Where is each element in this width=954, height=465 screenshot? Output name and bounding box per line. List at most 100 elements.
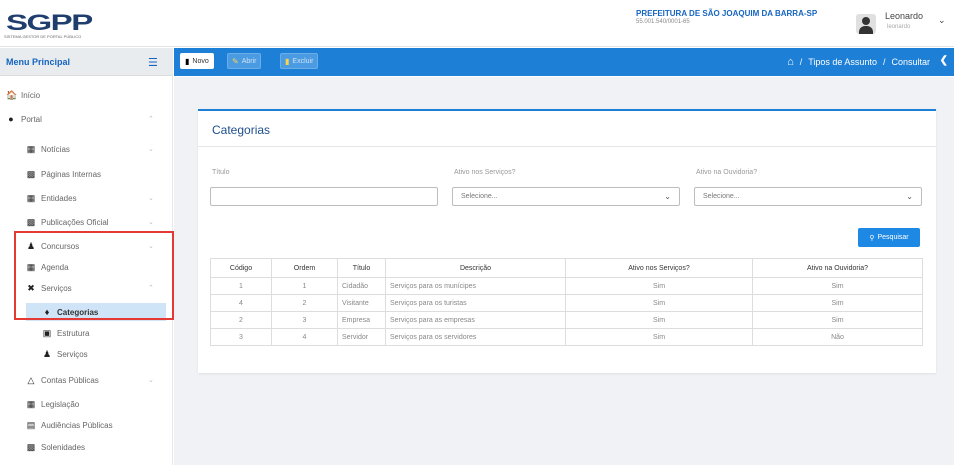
building-icon: ▦ — [26, 192, 36, 203]
sidebar-item-label: Solenidades — [41, 442, 86, 452]
chevron-down-icon: ⌄ — [148, 146, 154, 153]
sidebar-item-estrutura[interactable]: ▣ Estrutura — [42, 324, 166, 342]
sidebar-item-contas-publicas[interactable]: △ Contas Públicas ⌄ — [26, 371, 166, 389]
logo-subtitle: SISTEMA GESTOR DE PORTAL PÚBLICO — [4, 34, 82, 39]
sidebar-item-label: Páginas Internas — [41, 169, 102, 179]
sidebar-item-solenidades[interactable]: ▩ Solenidades — [26, 438, 166, 456]
col-header-titulo[interactable]: Título — [337, 258, 386, 278]
ativo-servicos-select[interactable]: Selecione... ⌄ — [452, 187, 680, 206]
sidebar-item-label: Entidades — [41, 193, 77, 203]
select-value: Selecione... — [461, 193, 498, 200]
cell-ativo-servicos: Sim — [565, 328, 753, 346]
file-icon: ▩ — [26, 441, 36, 452]
cell-ordem: 3 — [271, 311, 338, 329]
chevron-down-icon: ⌄ — [148, 377, 154, 384]
table-row[interactable]: 2 3 Empresa Serviços para as empresas Si… — [210, 311, 923, 329]
sidebar-item-servicos-sub[interactable]: ♟ Serviços — [42, 345, 166, 363]
cell-titulo: Visitante — [337, 294, 386, 312]
user-login: leonardo — [887, 24, 911, 30]
organization-cnpj: 55.001.540/0001-65 — [636, 19, 690, 25]
breadcrumb-separator: / — [882, 57, 886, 67]
novo-label: Novo — [192, 57, 209, 65]
trash-icon: ▮ — [285, 56, 290, 66]
book-icon: ▦ — [26, 398, 36, 409]
breadcrumb-separator: / — [799, 57, 803, 67]
chevron-left-icon[interactable]: ❮ — [940, 55, 948, 66]
titulo-input[interactable] — [210, 187, 438, 206]
hamburger-menu-icon[interactable]: ☰ — [148, 56, 158, 69]
sidebar-item-inicio[interactable]: 🏠 Início — [6, 86, 166, 104]
search-icon: ⚲ — [869, 234, 875, 242]
col-header-descricao[interactable]: Descrição — [385, 258, 566, 278]
abrir-button[interactable]: ✎ Abrir — [227, 53, 262, 69]
table-row[interactable]: 3 4 Servidor Serviços para os servidores… — [210, 328, 923, 346]
sgpp-logo[interactable]: SGPP SISTEMA GESTOR DE PORTAL PÚBLICO — [4, 10, 94, 40]
main-content: Categorias Título Ativo nos Serviços? Se… — [174, 77, 954, 465]
cell-descricao: Serviços para as empresas — [385, 311, 566, 329]
cell-descricao: Serviços para os servidores — [385, 328, 566, 346]
sidebar-item-noticias[interactable]: ▦ Notícias ⌄ — [26, 140, 166, 158]
excluir-label: Excluir — [292, 57, 314, 65]
sidebar-header: Menu Principal ☰ — [0, 48, 173, 76]
col-header-ativo-ouvidoria[interactable]: Ativo na Ouvidoria? — [752, 258, 923, 278]
cell-ativo-ouvidoria: Não — [752, 328, 923, 346]
home-icon[interactable]: ⌂ — [787, 56, 794, 68]
people-icon: ♟ — [42, 348, 52, 359]
chevron-down-icon: ⌄ — [906, 192, 913, 201]
action-toolbar: ▮ Novo ✎ Abrir ▮ Excluir ⌂ / Tipos de As… — [174, 48, 954, 76]
sidebar-title: Menu Principal — [6, 57, 71, 67]
sidebar-item-paginas-internas[interactable]: ▩ Páginas Internas — [26, 165, 166, 183]
cell-codigo: 4 — [210, 294, 272, 312]
chevron-down-icon: ⌄ — [664, 192, 671, 201]
cell-ordem: 1 — [271, 277, 338, 295]
sidebar-item-label: Serviços — [57, 349, 88, 359]
sidebar-item-portal[interactable]: ● Portal ⌃ — [6, 110, 166, 128]
sidebar-item-label: Estrutura — [57, 328, 90, 338]
cell-codigo: 3 — [210, 328, 272, 346]
cell-descricao: Serviços para os turistas — [385, 294, 566, 312]
top-header: SGPP SISTEMA GESTOR DE PORTAL PÚBLICO PR… — [0, 0, 954, 47]
cell-titulo: Empresa — [337, 311, 386, 329]
sidebar-item-legislacao[interactable]: ▦ Legislação — [26, 395, 166, 413]
chevron-down-icon[interactable]: ⌄ — [938, 16, 946, 26]
pesquisar-button[interactable]: ⚲ Pesquisar — [858, 228, 920, 247]
ativo-servicos-label: Ativo nos Serviços? — [454, 169, 516, 176]
cell-codigo: 2 — [210, 311, 272, 329]
sidebar-item-label: Legislação — [41, 399, 80, 409]
chevron-up-icon: ⌃ — [148, 116, 154, 123]
breadcrumb-tipos-de-assunto[interactable]: Tipos de Assunto — [808, 57, 877, 67]
ativo-ouvidoria-select[interactable]: Selecione... ⌄ — [694, 187, 922, 206]
excluir-button[interactable]: ▮ Excluir — [280, 53, 319, 69]
cell-ativo-ouvidoria: Sim — [752, 277, 923, 295]
table-row[interactable]: 1 1 Cidadão Serviços para os munícipes S… — [210, 277, 923, 295]
user-name[interactable]: Leonardo — [885, 11, 923, 21]
ativo-ouvidoria-label: Ativo na Ouvidoria? — [696, 169, 758, 176]
col-header-ativo-servicos[interactable]: Ativo nos Serviços? — [565, 258, 753, 278]
breadcrumb-consultar: Consultar — [891, 57, 930, 67]
file-icon: ▮ — [185, 56, 190, 66]
logo-text: SGPP — [6, 10, 93, 35]
abrir-label: Abrir — [241, 57, 257, 65]
col-header-ordem[interactable]: Ordem — [271, 258, 338, 278]
sidebar-item-publicacoes[interactable]: ▩ Publicações Oficial ⌄ — [26, 213, 166, 231]
col-header-codigo[interactable]: Código — [210, 258, 272, 278]
novo-button[interactable]: ▮ Novo — [180, 53, 214, 69]
cell-titulo: Servidor — [337, 328, 386, 346]
newspaper-icon: ▦ — [26, 143, 36, 154]
categorias-card: Categorias Título Ativo nos Serviços? Se… — [198, 109, 936, 373]
globe-icon: ● — [8, 114, 14, 124]
organization-name: PREFEITURA DE SÃO JOAQUIM DA BARRA-SP — [636, 9, 818, 18]
table-row[interactable]: 4 2 Visitante Serviços para os turistas … — [210, 294, 923, 312]
divider — [198, 146, 936, 147]
list-icon: ▤ — [26, 419, 36, 430]
table-header-row: Código Ordem Título Descrição Ativo nos … — [210, 258, 923, 278]
sidebar-item-entidades[interactable]: ▦ Entidades ⌄ — [26, 189, 166, 207]
user-avatar[interactable] — [856, 14, 876, 34]
sidebar-item-audiencias[interactable]: ▤ Audiências Públicas — [26, 416, 166, 434]
titulo-label: Título — [212, 169, 230, 176]
box-icon: ▣ — [42, 327, 52, 338]
cell-ordem: 4 — [271, 328, 338, 346]
bank-icon: △ — [27, 374, 35, 385]
cell-ativo-ouvidoria: Sim — [752, 311, 923, 329]
pesquisar-label: Pesquisar — [877, 234, 909, 241]
